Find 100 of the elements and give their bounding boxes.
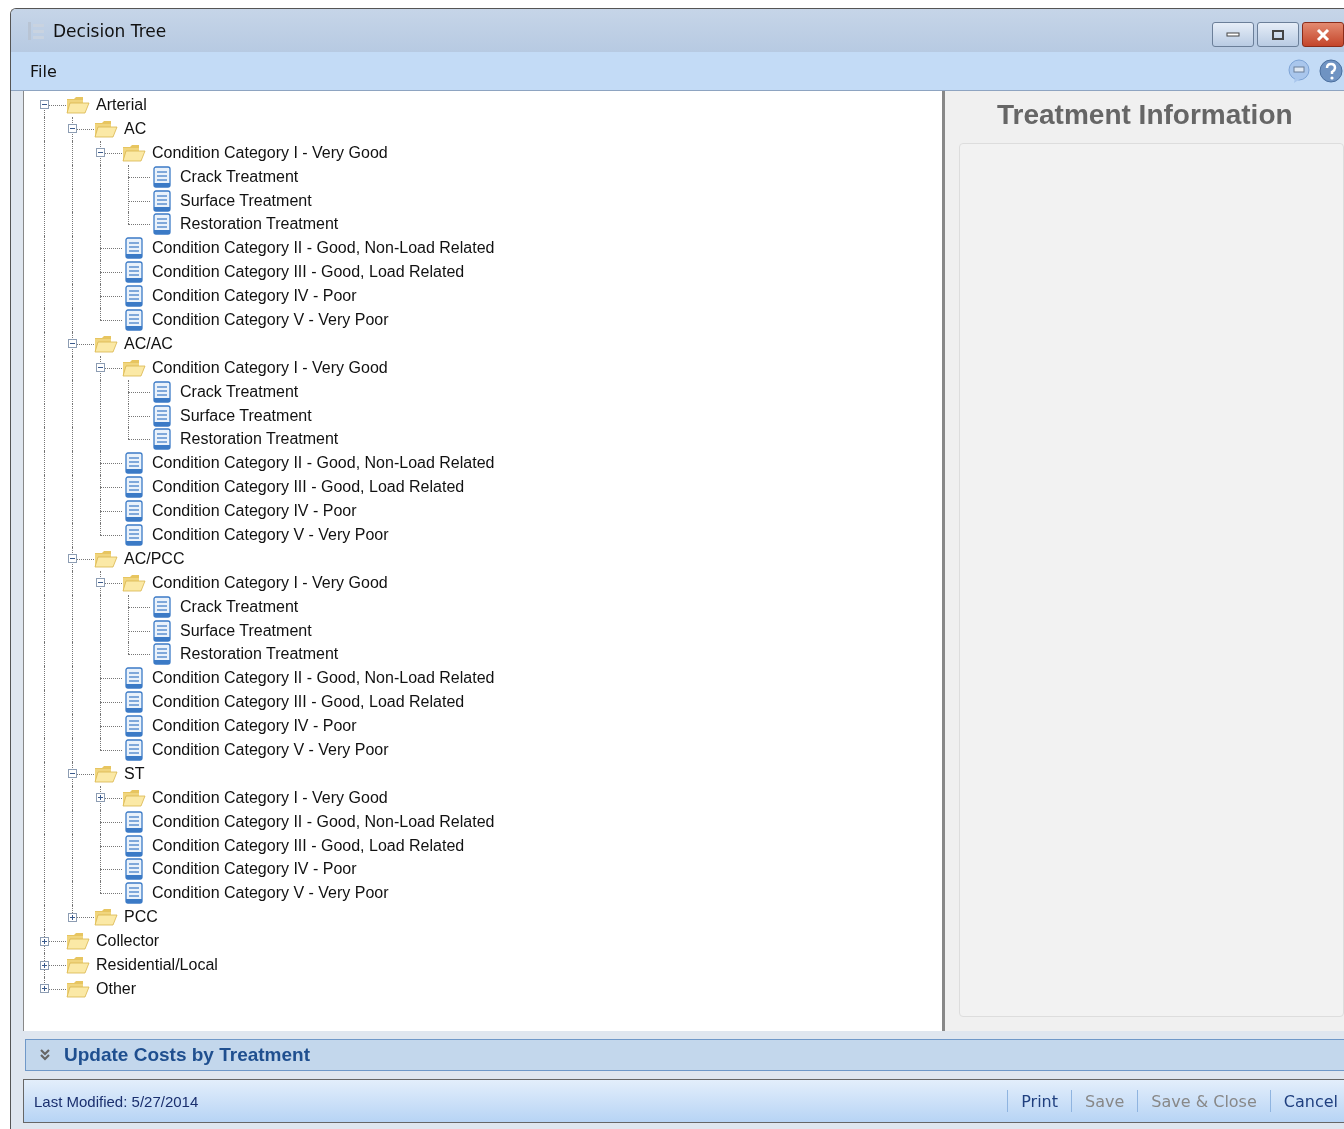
tree-item[interactable]: Condition Category V - Very Poor	[152, 741, 389, 759]
tree-item[interactable]: Condition Category III - Good, Load Related	[152, 836, 465, 855]
document-icon	[150, 165, 174, 188]
document-icon	[122, 810, 146, 833]
tree-item[interactable]: Condition Category I - Very Good	[152, 788, 388, 807]
expander-toggle[interactable]	[96, 578, 105, 588]
tree-item[interactable]: Condition Category I - Very Good	[152, 143, 388, 162]
expander-toggle[interactable]	[96, 148, 105, 158]
tree-item[interactable]: Condition Category V - Very Poor	[152, 310, 389, 329]
expander-toggle[interactable]	[40, 984, 49, 994]
tree-item[interactable]: Condition Category IV - Poor	[152, 502, 357, 521]
document-icon	[150, 404, 174, 427]
folder-icon	[66, 955, 90, 975]
folder-icon	[94, 907, 118, 928]
document-icon	[150, 428, 174, 451]
tree-item[interactable]: AC	[124, 119, 147, 138]
minimize-icon	[1226, 31, 1240, 38]
close-button[interactable]	[1302, 22, 1344, 47]
document-icon	[150, 595, 174, 618]
tree-item[interactable]: Condition Category IV - Poor	[152, 860, 357, 879]
document-icon	[122, 715, 146, 738]
last-modified-text: Last Modified: 5/27/2014	[34, 1092, 199, 1110]
tree-item[interactable]: Arterial	[96, 95, 147, 114]
tree-item[interactable]: Condition Category III - Good, Load Related	[152, 478, 465, 497]
document-icon	[122, 237, 146, 260]
expander-toggle[interactable]	[68, 339, 77, 349]
document-icon	[122, 739, 146, 761]
document-icon	[122, 523, 146, 546]
expander-toggle[interactable]	[40, 960, 49, 970]
document-icon	[122, 858, 146, 881]
folder-icon	[122, 572, 146, 593]
tree-item[interactable]: Restoration Treatment	[180, 215, 339, 234]
tree-item[interactable]: ST	[124, 764, 145, 783]
expander-toggle[interactable]	[68, 769, 77, 779]
tree-item[interactable]: Condition Category I - Very Good	[152, 573, 388, 592]
tree-item[interactable]: Condition Category V - Very Poor	[152, 884, 389, 903]
panel-title: Treatment Information	[996, 99, 1294, 132]
document-icon	[150, 619, 174, 642]
document-icon	[150, 380, 174, 403]
toolbar-button[interactable]: Cancel	[1277, 1091, 1344, 1111]
tree-item[interactable]: Restoration Treatment	[180, 645, 339, 664]
tree-item[interactable]: AC/PCC	[124, 549, 185, 568]
tree-item[interactable]: Other	[96, 979, 136, 998]
expander-toggle[interactable]	[68, 124, 77, 134]
expander-toggle[interactable]	[40, 100, 49, 110]
document-icon	[122, 882, 146, 905]
tree-item[interactable]: PCC	[124, 908, 158, 927]
folder-icon	[94, 763, 118, 784]
folder-icon	[66, 931, 90, 952]
expander-toggle[interactable]	[96, 793, 105, 803]
expander-toggle[interactable]	[40, 936, 49, 946]
folder-icon	[94, 118, 118, 139]
tree-item[interactable]: Condition Category III - Good, Load Related	[152, 263, 465, 282]
document-icon	[122, 308, 146, 331]
tree-item[interactable]: Crack Treatment	[180, 167, 299, 186]
tree-item[interactable]: Condition Category III - Good, Load Related	[152, 693, 465, 712]
folder-icon	[94, 548, 118, 569]
document-icon	[122, 834, 146, 857]
expander-toggle[interactable]	[96, 363, 105, 373]
folder-icon	[66, 94, 90, 115]
tree-item[interactable]: Condition Category II - Good, Non-Load Related	[152, 239, 495, 258]
folder-icon	[122, 787, 146, 808]
tree-item[interactable]: Crack Treatment	[180, 597, 299, 616]
folder-icon	[122, 142, 146, 163]
folder-icon	[122, 357, 146, 378]
tree-item[interactable]: Condition Category II - Good, Non-Load Related	[152, 454, 495, 473]
document-icon	[122, 452, 146, 475]
tree-item[interactable]: Restoration Treatment	[180, 430, 339, 449]
document-icon	[122, 285, 146, 308]
document-icon	[150, 189, 174, 212]
menu-item[interactable]: File	[30, 61, 57, 81]
tree-item[interactable]: Condition Category I - Very Good	[152, 358, 388, 377]
restore-icon	[1271, 28, 1285, 41]
document-icon	[122, 667, 146, 690]
section-title: Update Costs by Treatment	[64, 1044, 310, 1066]
window-title: Decision Tree	[53, 20, 167, 41]
tree-item[interactable]: Condition Category II - Good, Non-Load Related	[152, 812, 495, 831]
tree-item[interactable]: Residential/Local	[96, 956, 218, 974]
document-icon	[122, 691, 146, 714]
tree-item[interactable]: Condition Category IV - Poor	[152, 717, 357, 736]
document-icon	[122, 261, 146, 284]
expander-toggle[interactable]	[68, 912, 77, 922]
collapsible-header[interactable]: Update Costs by Treatment	[25, 1039, 1344, 1071]
document-icon	[122, 500, 146, 523]
folder-icon	[66, 978, 90, 999]
tree-item[interactable]: Condition Category V - Very Poor	[152, 525, 389, 544]
tree-item[interactable]: AC/AC	[124, 334, 173, 353]
tree-item[interactable]: Surface Treatment	[180, 406, 312, 425]
tree-item[interactable]: Collector	[96, 932, 160, 951]
tree-item[interactable]: Condition Category II - Good, Non-Load Related	[152, 669, 495, 688]
toolbar-button[interactable]: Print	[1015, 1091, 1064, 1111]
document-icon	[150, 643, 174, 666]
tree-item[interactable]: Surface Treatment	[180, 621, 312, 640]
minimize-button[interactable]	[1212, 22, 1254, 47]
maximize-button[interactable]	[1257, 22, 1299, 47]
tree-item[interactable]: Condition Category IV - Poor	[152, 287, 357, 306]
tree-item[interactable]: Surface Treatment	[180, 191, 312, 210]
help-icon[interactable]	[1318, 58, 1344, 84]
tree-item[interactable]: Crack Treatment	[180, 382, 299, 401]
expander-toggle[interactable]	[68, 554, 77, 564]
